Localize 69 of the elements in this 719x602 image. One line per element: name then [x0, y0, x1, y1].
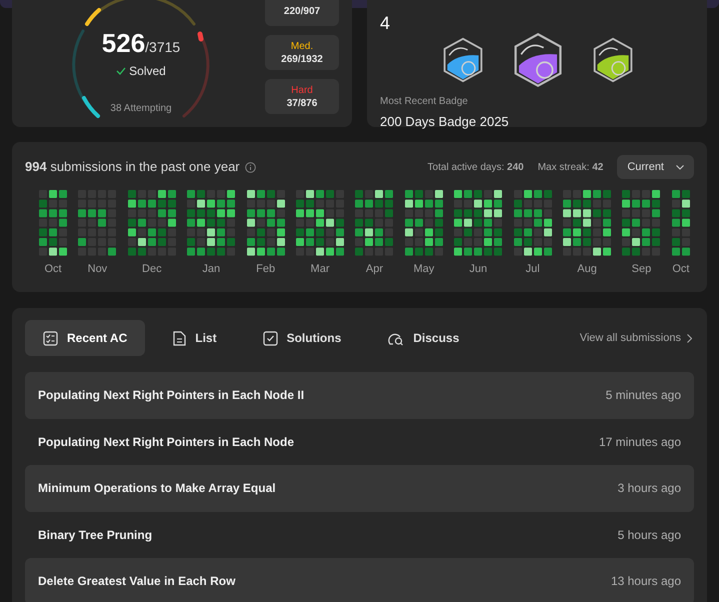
year-dropdown[interactable]: Current: [617, 155, 694, 179]
month-label: Aug: [577, 262, 597, 277]
submission-row[interactable]: Minimum Operations to Make Array Equal 3 hours ago: [25, 465, 694, 512]
activity-heatmap-drawing: [563, 190, 612, 258]
activity-heatmap-drawing: [39, 190, 67, 258]
activity-heatmap-drawing: [514, 190, 552, 258]
activity-heatmap-drawing: [187, 190, 236, 258]
month-label: Apr: [366, 262, 383, 277]
difficulty-count: 269/1932: [281, 52, 323, 66]
activity-heatmap-drawing: [672, 190, 690, 258]
tab[interactable]: Solutions: [244, 320, 360, 356]
month-label: Oct: [672, 262, 690, 277]
submission-row[interactable]: Delete Greatest Value in Each Row 13 hours ago: [25, 558, 694, 602]
month-label: Jul: [526, 262, 540, 277]
submission-time: 5 minutes ago: [606, 387, 681, 404]
month-label: May: [413, 262, 434, 277]
submission-row[interactable]: Binary Tree Pruning 5 hours ago: [25, 512, 694, 558]
activity-heatmap-drawing: [622, 190, 660, 258]
tab[interactable]: Discuss: [369, 320, 478, 356]
month-label: Feb: [256, 262, 276, 277]
activity-heatmap-drawing: [355, 190, 394, 258]
badge-caption: Most Recent Badge: [380, 95, 469, 109]
problem-title: Binary Tree Pruning: [38, 526, 152, 544]
solved-count: 526: [102, 30, 146, 56]
activity-heatmap-drawing: [296, 190, 344, 258]
activity-heatmap-drawing: [454, 190, 502, 258]
difficulty-count: 37/876: [286, 96, 318, 110]
checkbox-icon: [262, 330, 278, 346]
attempting-count: 38 Attempting: [110, 102, 172, 116]
info-icon: [244, 162, 256, 172]
activity-heatmap-drawing: [128, 190, 176, 258]
month-label: Dec: [142, 262, 162, 277]
month-label: Mar: [310, 262, 330, 277]
month-label: Nov: [88, 262, 108, 277]
submission-time: 13 hours ago: [610, 573, 681, 590]
chevron-down-icon: [676, 164, 684, 170]
checklist-icon: [43, 330, 58, 346]
active-days-stat: Total active days: 240: [428, 160, 524, 174]
document-icon: [173, 330, 186, 346]
tab[interactable]: Recent AC: [25, 320, 146, 356]
problem-title: Delete Greatest Value in Each Row: [38, 573, 236, 590]
month-label: Jun: [469, 262, 488, 277]
difficulty-label: Med.: [290, 40, 314, 52]
badge-name: 200 Days Badge 2025: [380, 113, 510, 131]
activity-heatmap-drawing: [246, 190, 285, 258]
activity-heatmap-drawing: [78, 190, 116, 258]
problem-title: Populating Next Right Pointers in Each Node II: [38, 387, 304, 404]
chevron-right-icon: [687, 334, 692, 342]
submission-row[interactable]: Populating Next Right Pointers in Each Node 17 minutes ago: [25, 418, 694, 465]
max-streak-stat: Max streak: 42: [538, 160, 604, 174]
submission-row[interactable]: Populating Next Right Pointers in Each Node II 5 minutes ago: [25, 372, 694, 418]
difficulty-count: 220/907: [284, 5, 320, 18]
month-label: Jan: [202, 262, 220, 277]
view-all-link[interactable]: View all submissions: [580, 330, 692, 346]
tab[interactable]: List: [155, 320, 235, 356]
submissions-summary: 994 submissions in the past one year: [25, 158, 240, 176]
activity-heatmap-drawing: [404, 190, 443, 258]
total-count: /3715: [145, 38, 180, 57]
month-label: Oct: [44, 262, 62, 277]
submission-time: 17 minutes ago: [598, 434, 681, 451]
problem-title: Populating Next Right Pointers in Each Node: [38, 434, 294, 451]
solved-label: Solved: [129, 63, 166, 80]
badge-count: 4: [380, 14, 392, 32]
submission-time: 3 hours ago: [618, 480, 681, 498]
difficulty-label: Hard: [291, 84, 313, 96]
submission-time: 5 hours ago: [618, 526, 681, 544]
month-label: Sep: [632, 262, 652, 277]
problem-title: Minimum Operations to Make Array Equal: [38, 480, 276, 498]
check-icon: [116, 67, 126, 75]
